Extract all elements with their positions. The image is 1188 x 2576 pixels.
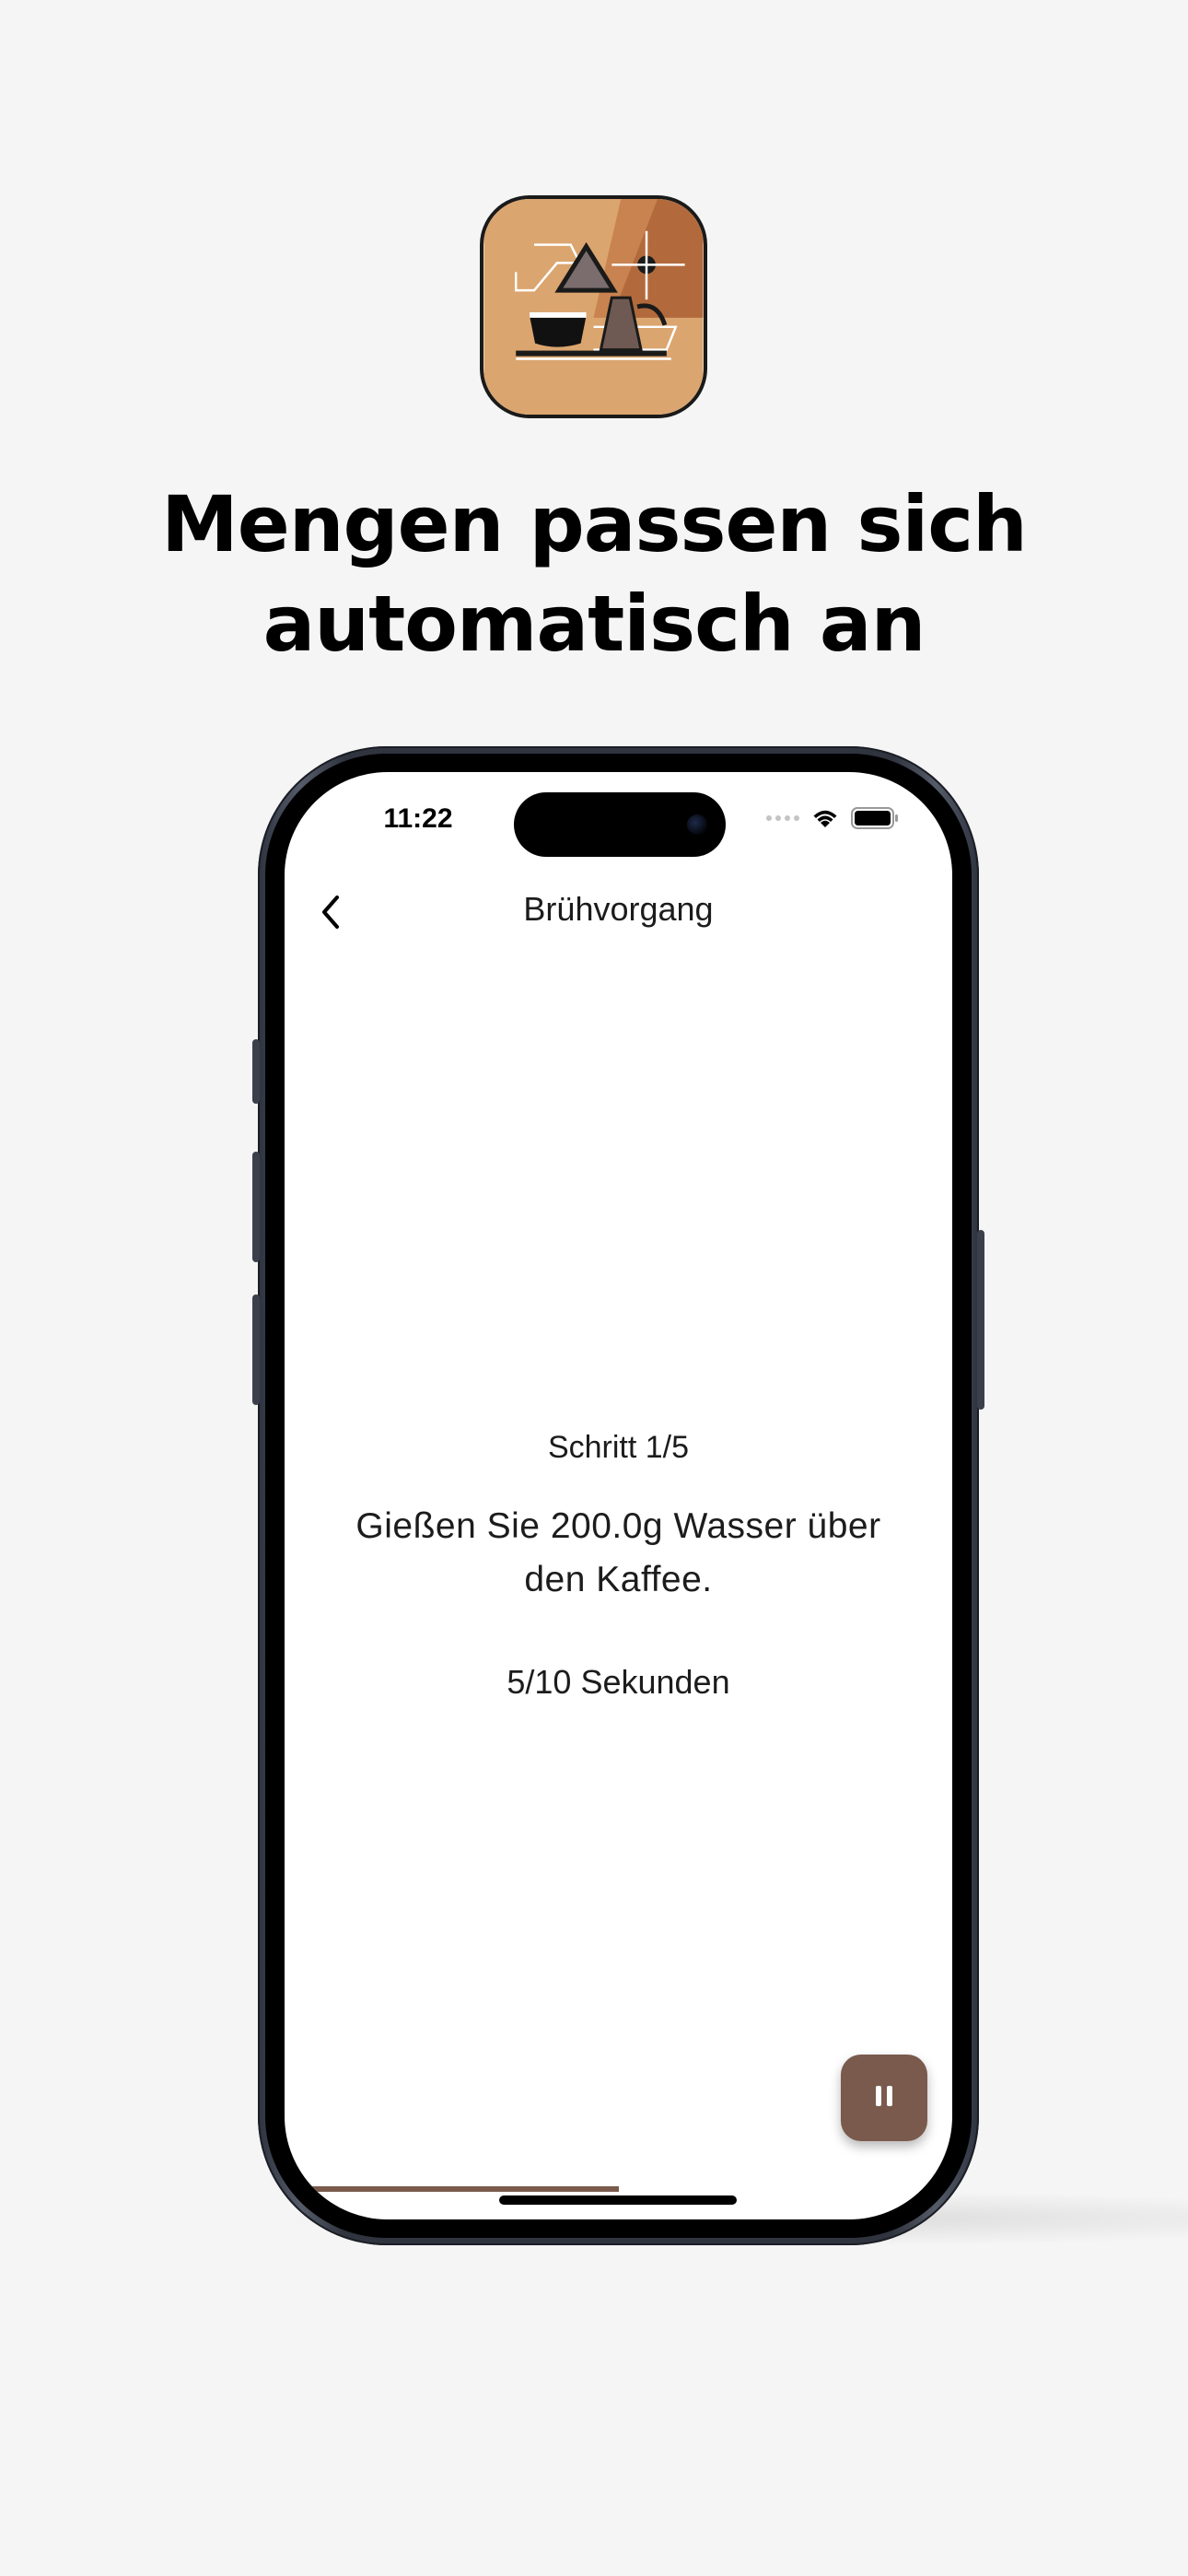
status-icons: [766, 805, 899, 831]
volume-down-button: [252, 1294, 260, 1405]
dynamic-island: [514, 792, 726, 857]
headline-line-2: automatisch an: [262, 579, 926, 669]
step-progress-bar: [310, 2186, 926, 2192]
battery-icon: [851, 807, 898, 829]
phone-screen: 11:22 Brühvorgang Schritt 1/5 Gießen Sie…: [285, 772, 952, 2219]
step-timer: 5/10 Sekunden: [507, 1663, 730, 1701]
app-icon: [480, 195, 707, 418]
action-button: [252, 1039, 260, 1104]
headline: Mengen passen sich automatisch an: [0, 474, 1188, 673]
step-instruction: Gießen Sie 200.0g Wasser über den Kaffee…: [355, 1506, 881, 1599]
pause-button[interactable]: [841, 2055, 927, 2141]
coffee-brewing-icon: [483, 199, 704, 415]
home-indicator[interactable]: [499, 2195, 737, 2205]
wifi-icon: [813, 810, 837, 827]
signal-dots-icon: [766, 815, 799, 821]
step-label: Schritt 1/5: [547, 1430, 690, 1465]
headline-line-1: Mengen passen sich: [161, 479, 1028, 569]
volume-up-button: [252, 1152, 260, 1262]
step-progress-fill: [310, 2186, 619, 2192]
front-camera-icon: [687, 814, 707, 835]
pause-icon: [873, 2085, 895, 2111]
promo-page: Mengen passen sich automatisch an 11:22: [0, 0, 1188, 2576]
status-time: 11:22: [383, 803, 453, 834]
page-title: Brühvorgang: [523, 890, 714, 928]
power-button: [977, 1230, 984, 1410]
